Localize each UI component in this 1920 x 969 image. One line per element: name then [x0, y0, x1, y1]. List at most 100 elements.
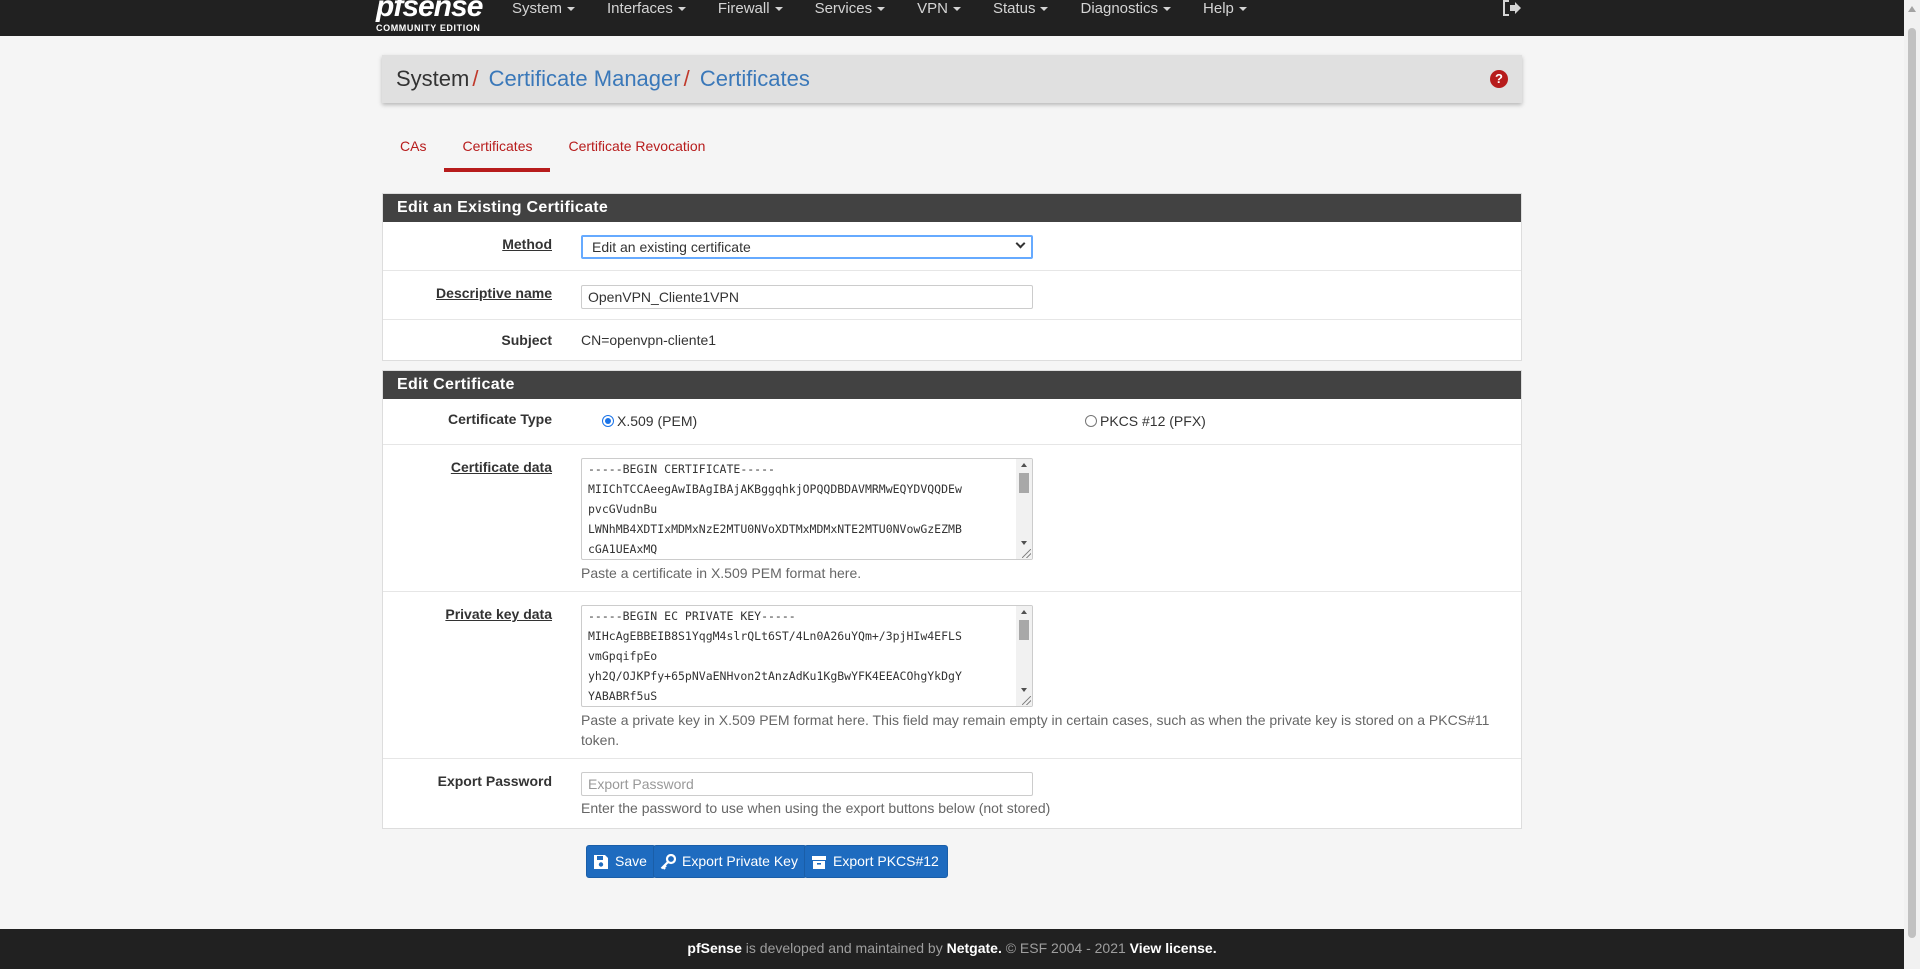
menu-help[interactable]: Help [1189, 0, 1265, 18]
text-line: pvcGVudnBu [588, 502, 658, 516]
save-button[interactable]: Save [586, 845, 656, 878]
scroll-thumb[interactable] [1019, 473, 1029, 493]
menu-diagnostics[interactable]: Diagnostics [1066, 0, 1189, 18]
resize-grip-icon[interactable] [1022, 696, 1031, 705]
descriptive-name-label: Descriptive name [436, 285, 552, 301]
radio-x509-pem[interactable]: X.509 (PEM) [602, 413, 697, 429]
footer-brand: pfSense [687, 940, 742, 956]
help-icon[interactable]: ? [1490, 70, 1508, 88]
certificate-type-row: Certificate Type X.509 (PEM) PKCS #12 (P… [383, 399, 1521, 445]
private-key-textarea[interactable]: -----BEGIN EC PRIVATE KEY----- MIHcAgEBB… [581, 605, 1033, 707]
radio-button[interactable] [1085, 415, 1097, 427]
certificate-data-help: Paste a certificate in X.509 PEM format … [581, 565, 862, 581]
chevron-down-icon [1015, 238, 1026, 249]
page-footer: pfSense is developed and maintained by N… [0, 929, 1904, 969]
caret-down-icon [877, 7, 886, 12]
breadcrumb-separator: / [472, 66, 479, 91]
pfsense-logo[interactable]: pfsense COMMUNITY EDITION [376, 0, 486, 34]
radio-button-checked[interactable] [602, 415, 614, 427]
export-private-key-button[interactable]: Export Private Key [653, 845, 807, 878]
tab-cas[interactable]: CAs [382, 130, 444, 172]
page-scrollbar[interactable] [1904, 0, 1920, 969]
menu-vpn[interactable]: VPN [903, 0, 979, 18]
tab-certificate-revocation[interactable]: Certificate Revocation [550, 130, 723, 172]
scroll-down-arrow-icon[interactable] [1021, 541, 1027, 545]
menu-label: Diagnostics [1080, 0, 1159, 17]
method-select-value: Edit an existing certificate [592, 239, 751, 255]
breadcrumb-separator: / [683, 66, 690, 91]
export-pkcs12-button[interactable]: Export PKCS#12 [804, 845, 948, 878]
logo-subtitle: COMMUNITY EDITION [376, 23, 481, 33]
edit-certificate-panel: Edit Certificate Certificate Type X.509 … [382, 370, 1522, 829]
method-select[interactable]: Edit an existing certificate [581, 235, 1033, 259]
menu-firewall[interactable]: Firewall [704, 0, 801, 18]
caret-down-icon [1238, 7, 1247, 12]
scroll-up-arrow-icon[interactable] [1021, 463, 1027, 467]
export-pkcs12-label: Export PKCS#12 [833, 853, 939, 869]
subject-value: CN=openvpn-cliente1 [581, 332, 717, 348]
view-license-link[interactable]: View license. [1130, 940, 1217, 956]
text-line: yh2Q/OJKPfy+65pNVaENHvon2tAnzAdKu1KgBwYF… [588, 669, 962, 683]
footer-company: Netgate. [946, 940, 1002, 956]
panel-heading: Edit Certificate [383, 371, 1521, 399]
text-line: -----BEGIN EC PRIVATE KEY----- [588, 609, 796, 623]
breadcrumb-certificate-manager[interactable]: Certificate Manager [489, 66, 681, 91]
menu-label: VPN [917, 0, 948, 17]
top-navbar: pfsense COMMUNITY EDITION System Interfa… [0, 0, 1904, 36]
text-line: cGA1UEAxMQ [588, 542, 658, 556]
radio-label: PKCS #12 (PFX) [1100, 413, 1206, 429]
scroll-thumb[interactable] [1908, 28, 1916, 938]
edit-existing-panel: Edit an Existing Certificate Method Edit… [382, 193, 1522, 361]
tab-bar: CAs Certificates Certificate Revocation [382, 130, 723, 172]
certificate-type-label: Certificate Type [448, 411, 552, 427]
textarea-scrollbar[interactable] [1016, 606, 1032, 706]
text-line: MIIChTCCAeegAwIBAgIBAjAKBggqhkjOPQQDBDAV… [588, 482, 962, 496]
caret-down-icon [567, 7, 576, 12]
panel-heading: Edit an Existing Certificate [383, 194, 1521, 222]
footer-copyright: © ESF 2004 - 2021 [1001, 940, 1130, 956]
tab-certificates[interactable]: Certificates [444, 130, 551, 172]
export-password-help: Enter the password to use when using the… [581, 800, 1051, 816]
menu-label: System [512, 0, 563, 17]
breadcrumb-system: System [396, 66, 470, 91]
method-label: Method [502, 236, 552, 252]
logo-text: pfsense [376, 0, 483, 23]
save-icon [594, 855, 608, 869]
radio-label: X.509 (PEM) [617, 413, 698, 429]
caret-down-icon [677, 7, 686, 12]
certificate-data-row: Certificate data -----BEGIN CERTIFICATE-… [383, 445, 1521, 592]
menu-label: Status [992, 0, 1036, 17]
export-password-label: Export Password [437, 773, 552, 789]
breadcrumb-certificates[interactable]: Certificates [700, 66, 810, 91]
menu-label: Services [814, 0, 873, 17]
logout-icon[interactable] [1502, 0, 1522, 16]
scroll-thumb[interactable] [1019, 620, 1029, 640]
textarea-scrollbar[interactable] [1016, 459, 1032, 559]
certificate-data-textarea[interactable]: -----BEGIN CERTIFICATE----- MIIChTCCAeeg… [581, 458, 1033, 560]
scroll-up-arrow-icon[interactable] [1021, 610, 1027, 614]
descriptive-name-input[interactable]: OpenVPN_Cliente1VPN [581, 285, 1033, 309]
text-line: -----BEGIN CERTIFICATE----- [588, 462, 775, 476]
save-button-label: Save [615, 853, 647, 869]
breadcrumb: System / Certificate Manager / Certificate… [382, 55, 1522, 103]
text-line: vmGpqifpEo [588, 649, 658, 663]
caret-down-icon [1163, 7, 1172, 12]
menu-status[interactable]: Status [979, 0, 1067, 18]
descriptive-name-row: Descriptive name OpenVPN_Cliente1VPN [383, 271, 1521, 320]
caret-down-icon [774, 7, 783, 12]
text-line: LWNhMB4XDTIxMDMxNzE2MTU0NVoXDTMxMDMxNTE2… [588, 522, 962, 536]
menu-interfaces[interactable]: Interfaces [593, 0, 704, 18]
resize-grip-icon[interactable] [1022, 549, 1031, 558]
export-password-input[interactable]: Export Password [581, 772, 1033, 796]
menu-services[interactable]: Services [801, 0, 904, 18]
menu-label: Interfaces [607, 0, 673, 17]
caret-down-icon [952, 7, 961, 12]
scroll-down-arrow-icon[interactable] [1021, 688, 1027, 692]
menu-label: Firewall [717, 0, 770, 17]
radio-pkcs12-pfx[interactable]: PKCS #12 (PFX) [1085, 413, 1206, 429]
scroll-up-arrow-icon[interactable] [1908, 6, 1916, 12]
subject-label: Subject [501, 332, 552, 348]
menu-system[interactable]: System [498, 0, 593, 18]
private-key-label: Private key data [445, 606, 552, 622]
main-menu: System Interfaces Firewall Services VPN … [498, 0, 1265, 36]
